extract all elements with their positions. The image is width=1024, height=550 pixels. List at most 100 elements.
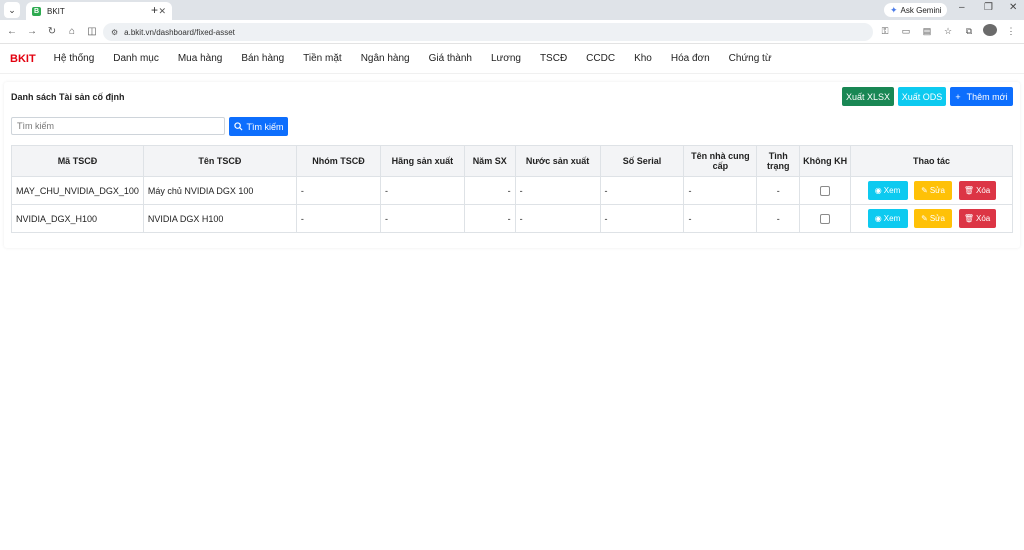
cell-no-depreciation xyxy=(799,204,852,233)
col-header-name[interactable]: Tên TSCĐ xyxy=(142,145,297,177)
trash-icon: 🗑 xyxy=(963,186,974,195)
col-header-no-depreciation[interactable]: Không KH xyxy=(799,145,852,177)
nav-item-ngan-hang[interactable]: Ngân hàng xyxy=(361,53,410,64)
fixed-asset-table: Mã TSCĐ Tên TSCĐ Nhóm TSCĐ Hãng sản xuất… xyxy=(11,145,1013,233)
search-button[interactable]: Tìm kiếm xyxy=(229,117,288,136)
nav-item-ban-hang[interactable]: Bán hàng xyxy=(241,53,284,64)
delete-label: Xóa xyxy=(976,214,991,223)
app-navbar: BKIT Hệ thống Danh mục Mua hàng Bán hàng… xyxy=(0,44,1024,74)
nav-item-danh-muc[interactable]: Danh mục xyxy=(113,53,159,64)
col-header-group[interactable]: Nhóm TSCĐ xyxy=(295,145,381,177)
url-field[interactable]: ⚙ a.bkit.vn/dashboard/fixed-asset xyxy=(103,23,873,41)
close-window-icon[interactable]: ✕ xyxy=(1009,2,1017,13)
new-tab-icon[interactable]: + xyxy=(151,3,158,17)
cell-supplier: - xyxy=(683,176,758,205)
nav-item-chung-tu[interactable]: Chứng từ xyxy=(729,53,772,64)
password-key-icon[interactable]: ⚿ xyxy=(878,26,892,37)
cell-actions: ◉ Xem ✎ Sửa 🗑 Xóa xyxy=(850,204,1013,233)
cell-maker: - xyxy=(379,176,465,205)
brand-logo[interactable]: BKIT xyxy=(10,53,36,65)
toolbar-icons: ⚿ ▭ ▤ ☆ ⧉ ⋮ xyxy=(878,24,1018,38)
table-row: NVIDIA_DGX_H100 NVIDIA DGX H100 - - - - … xyxy=(11,204,1013,233)
site-info-icon[interactable]: ⚙ xyxy=(111,28,118,37)
no-depreciation-checkbox[interactable] xyxy=(820,185,831,196)
edit-label: Sửa xyxy=(929,186,945,195)
pencil-icon: ✎ xyxy=(921,214,928,223)
close-tab-icon[interactable]: ✕ xyxy=(158,6,166,17)
view-button[interactable]: ◉ Xem xyxy=(867,209,908,228)
col-header-year[interactable]: Năm SX xyxy=(463,145,516,177)
search-input[interactable] xyxy=(11,117,225,135)
cell-year: - xyxy=(463,176,516,205)
col-header-code[interactable]: Mã TSCĐ xyxy=(11,145,144,177)
nav-item-kho[interactable]: Kho xyxy=(634,53,652,64)
fixed-asset-card: Danh sách Tài sản cố định Xuất XLSX Xuất… xyxy=(4,82,1020,248)
reading-mode-icon[interactable]: ▤ xyxy=(920,26,934,37)
reload-icon[interactable]: ↻ xyxy=(42,26,62,37)
page-title: Danh sách Tài sản cố định xyxy=(11,92,125,102)
cell-actions: ◉ Xem ✎ Sửa 🗑 Xóa xyxy=(850,176,1013,205)
export-xlsx-button[interactable]: Xuất XLSX xyxy=(842,87,894,106)
nav-item-hoa-don[interactable]: Hóa đơn xyxy=(671,53,710,64)
cell-group: - xyxy=(295,176,381,205)
bookmark-star-icon[interactable]: ☆ xyxy=(941,26,955,37)
cell-country: - xyxy=(514,204,601,233)
more-menu-icon[interactable]: ⋮ xyxy=(1004,26,1018,37)
cell-status: - xyxy=(756,176,801,205)
edit-label: Sửa xyxy=(929,214,945,223)
tab-search-icon[interactable]: ⌄ xyxy=(4,2,20,18)
extensions-icon[interactable]: ⧉ xyxy=(962,26,976,37)
cell-year: - xyxy=(463,204,516,233)
cell-status: - xyxy=(756,204,801,233)
search-icon xyxy=(233,122,243,131)
minimize-icon[interactable]: – xyxy=(959,2,965,13)
cell-country: - xyxy=(514,176,601,205)
card-icon[interactable]: ▭ xyxy=(899,26,913,37)
no-depreciation-checkbox[interactable] xyxy=(820,213,831,224)
ask-gemini-button[interactable]: ✦ Ask Gemini xyxy=(884,3,948,17)
nav-item-gia-thanh[interactable]: Giá thành xyxy=(429,53,472,64)
favicon-icon: B xyxy=(32,6,41,16)
nav-item-tien-mat[interactable]: Tiền mặt xyxy=(303,53,342,64)
edit-button[interactable]: ✎ Sửa xyxy=(914,181,953,200)
profile-avatar[interactable] xyxy=(983,24,997,38)
nav-item-he-thong[interactable]: Hệ thống xyxy=(54,53,95,64)
cell-serial: - xyxy=(599,176,685,205)
edit-button[interactable]: ✎ Sửa xyxy=(914,209,953,228)
col-header-status[interactable]: Tình trạng xyxy=(756,145,801,177)
export-ods-button[interactable]: Xuất ODS xyxy=(898,87,946,106)
table-row: MAY_CHU_NVIDIA_DGX_100 Máy chủ NVIDIA DG… xyxy=(11,176,1013,205)
eye-icon: ◉ xyxy=(874,214,882,223)
forward-icon[interactable]: → xyxy=(22,26,42,37)
cell-name: NVIDIA DGX H100 xyxy=(142,204,297,233)
back-icon[interactable]: ← xyxy=(2,26,22,37)
col-header-serial[interactable]: Số Serial xyxy=(599,145,685,177)
delete-label: Xóa xyxy=(976,186,991,195)
plus-icon: + xyxy=(955,91,961,102)
nav-item-tscd[interactable]: TSCĐ xyxy=(540,53,567,64)
col-header-maker[interactable]: Hãng sản xuất xyxy=(379,145,465,177)
add-new-button[interactable]: + Thêm mới xyxy=(950,87,1013,106)
cell-no-depreciation xyxy=(799,176,852,205)
add-new-label: Thêm mới xyxy=(966,91,1008,102)
restore-icon[interactable]: ❐ xyxy=(984,2,993,13)
nav-item-mua-hang[interactable]: Mua hàng xyxy=(178,53,222,64)
nav-item-ccdc[interactable]: CCDC xyxy=(586,53,615,64)
ask-gemini-label: Ask Gemini xyxy=(900,5,942,15)
view-button[interactable]: ◉ Xem xyxy=(867,181,908,200)
col-header-actions: Thao tác xyxy=(850,145,1013,177)
col-header-country[interactable]: Nước sản xuất xyxy=(514,145,601,177)
url-text: a.bkit.vn/dashboard/fixed-asset xyxy=(124,27,235,37)
gemini-spark-icon: ✦ xyxy=(890,4,898,15)
home-icon[interactable]: ⌂ xyxy=(62,26,82,37)
col-header-supplier[interactable]: Tên nhà cung cấp xyxy=(683,145,758,177)
eye-icon: ◉ xyxy=(874,186,882,195)
delete-button[interactable]: 🗑 Xóa xyxy=(958,181,996,200)
tab-title: BKIT xyxy=(47,6,65,16)
view-label: Xem xyxy=(883,214,901,223)
cell-supplier: - xyxy=(683,204,758,233)
nav-item-luong[interactable]: Lương xyxy=(491,53,521,64)
table-header-row: Mã TSCĐ Tên TSCĐ Nhóm TSCĐ Hãng sản xuất… xyxy=(11,145,1013,177)
delete-button[interactable]: 🗑 Xóa xyxy=(958,209,996,228)
split-view-icon[interactable]: ◫ xyxy=(82,26,102,37)
